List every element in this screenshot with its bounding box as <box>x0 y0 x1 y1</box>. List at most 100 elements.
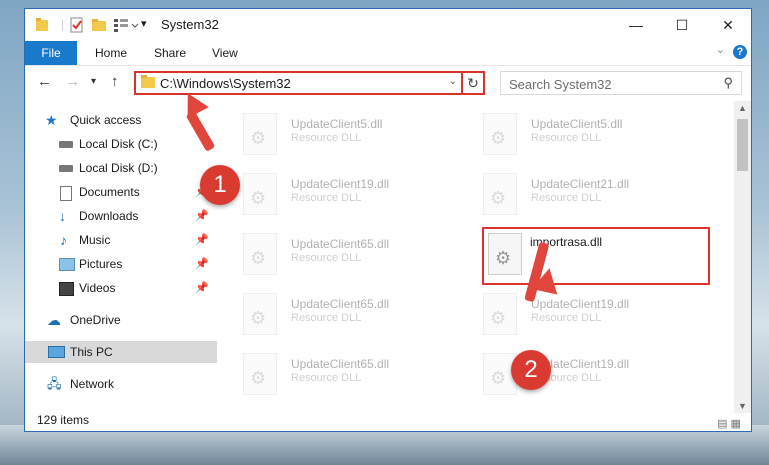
address-path: C:\Windows\System32 <box>160 76 291 91</box>
recent-locations-icon[interactable]: ▾ <box>91 76 96 87</box>
navigation-pane: ★ Quick access Local Disk (C:) Local Dis… <box>25 101 221 411</box>
window-title: System32 <box>161 17 219 32</box>
step-1-badge: 1 <box>200 165 240 205</box>
file-item[interactable]: UpdateClient65.dll Resource DLL <box>225 227 455 283</box>
file-type: Resource DLL <box>291 192 362 204</box>
close-button[interactable]: ✕ <box>705 9 751 41</box>
sidebar-item-onedrive[interactable]: ☁ OneDrive <box>25 309 217 331</box>
dll-file-icon <box>243 113 277 155</box>
help-icon[interactable]: ? <box>733 45 747 59</box>
vertical-scrollbar[interactable]: ▲ ▼ <box>734 101 751 413</box>
scroll-up-icon[interactable]: ▲ <box>738 103 747 113</box>
title-bar: | ▾ System32 — ☐ ✕ <box>25 9 751 41</box>
file-item[interactable]: UpdateClient5.dll Resource DLL <box>225 107 455 163</box>
file-item[interactable]: UpdateClient65.dll Resource DLL <box>225 347 455 403</box>
pin-icon[interactable]: 📌 <box>195 205 209 227</box>
sidebar-item-downloads[interactable]: ↓ Downloads 📌 <box>25 205 217 227</box>
search-input[interactable] <box>501 72 721 96</box>
customize-toolbar-icon[interactable] <box>113 17 139 36</box>
toolbar-separator: | <box>61 17 65 31</box>
tab-share[interactable]: Share <box>154 41 186 65</box>
view-mode-icons[interactable]: ▤ ▦ <box>717 413 741 435</box>
sidebar-item-documents[interactable]: Documents 📌 <box>25 181 217 203</box>
sidebar-item-music[interactable]: ♪ Music 📌 <box>25 229 217 251</box>
file-name: UpdateClient65.dll <box>291 357 390 371</box>
search-box[interactable]: ⚲ <box>500 71 742 96</box>
file-type: Resource DLL <box>531 192 602 204</box>
computer-icon <box>48 346 65 358</box>
documents-icon <box>60 186 72 201</box>
search-icon[interactable]: ⚲ <box>723 75 733 91</box>
back-arrow-icon[interactable]: ← <box>37 73 52 90</box>
file-explorer-window: | ▾ System32 — ☐ ✕ File Home Share View … <box>24 8 752 432</box>
new-folder-icon[interactable] <box>91 17 107 36</box>
annotation-arrowhead-2 <box>531 265 563 295</box>
sidebar-item-label: Documents <box>79 185 140 199</box>
tab-home[interactable]: Home <box>95 41 127 65</box>
file-name: UpdateClient5.dll <box>291 117 383 131</box>
star-icon: ★ <box>45 112 58 128</box>
dll-file-icon <box>483 173 517 215</box>
ribbon-tabs: File Home Share View ⌄ ? <box>25 41 751 66</box>
folder-icon <box>141 75 155 88</box>
downloads-icon: ↓ <box>59 208 66 224</box>
sidebar-item-label: Music <box>79 233 111 247</box>
sidebar-item-network[interactable]: 🖧 Network <box>25 373 217 395</box>
sidebar-item-label: This PC <box>70 345 113 359</box>
drive-icon <box>59 165 73 172</box>
file-type: Resource DLL <box>291 372 362 384</box>
file-item[interactable]: UpdateClient19.dll Resource DLL <box>225 167 455 223</box>
navigation-bar: ← → ▾ ↑ C:\Windows\System32 ⌄ ↻ ⚲ <box>25 65 751 99</box>
file-type: Resource DLL <box>531 312 602 324</box>
minimize-button[interactable]: — <box>613 9 659 41</box>
item-count: 129 items <box>37 413 90 427</box>
file-type: Resource DLL <box>531 132 602 144</box>
sidebar-item-local-disk-d[interactable]: Local Disk (D:) <box>25 157 217 179</box>
properties-icon[interactable] <box>69 17 85 36</box>
file-type: Resource DLL <box>291 132 362 144</box>
file-name: UpdateClient65.dll <box>291 297 390 311</box>
videos-icon <box>59 282 74 296</box>
status-bar: 129 items ▤ ▦ <box>25 409 751 431</box>
file-name: UpdateClient65.dll <box>291 237 390 251</box>
up-arrow-icon[interactable]: ↑ <box>111 73 119 90</box>
drive-icon <box>59 141 73 148</box>
maximize-button[interactable]: ☐ <box>659 9 705 41</box>
pin-icon[interactable]: 📌 <box>195 253 209 275</box>
sidebar-item-label: OneDrive <box>70 313 121 327</box>
file-list: UpdateClient5.dll Resource DLL UpdateCli… <box>225 101 735 411</box>
sidebar-item-label: Local Disk (D:) <box>79 161 158 175</box>
sidebar-item-label: Local Disk (C:) <box>79 137 158 151</box>
file-item-importrasa[interactable]: importrasa.dll <box>482 227 710 285</box>
sidebar-item-label: Quick access <box>70 113 142 127</box>
file-name: UpdateClient21.dll <box>531 177 630 191</box>
sidebar-item-videos[interactable]: Videos 📌 <box>25 277 217 299</box>
scrollbar-thumb[interactable] <box>737 119 748 171</box>
folder-icon <box>35 17 49 36</box>
dll-file-icon <box>483 113 517 155</box>
forward-arrow-icon[interactable]: → <box>65 73 80 90</box>
sidebar-item-this-pc[interactable]: This PC <box>25 341 217 363</box>
file-item[interactable]: UpdateClient19.dll Resource DLL <box>465 287 695 343</box>
file-item[interactable]: UpdateClient19.dll Resource DLL <box>465 347 695 403</box>
pictures-icon <box>59 258 75 271</box>
refresh-button[interactable]: ↻ <box>461 71 485 95</box>
pin-icon[interactable]: 📌 <box>195 277 209 299</box>
dll-file-icon <box>243 293 277 335</box>
sidebar-item-pictures[interactable]: Pictures 📌 <box>25 253 217 275</box>
cloud-icon: ☁ <box>47 312 61 328</box>
address-dropdown-icon[interactable]: ⌄ <box>449 76 457 87</box>
file-item[interactable]: UpdateClient5.dll Resource DLL <box>465 107 695 163</box>
file-name: UpdateClient5.dll <box>531 117 623 131</box>
file-item[interactable]: UpdateClient21.dll Resource DLL <box>465 167 695 223</box>
sidebar-item-local-disk-c[interactable]: Local Disk (C:) <box>25 133 217 155</box>
dll-file-icon <box>243 233 277 275</box>
pin-icon[interactable]: 📌 <box>195 229 209 251</box>
file-name: UpdateClient19.dll <box>291 177 390 191</box>
expand-ribbon-icon[interactable]: ⌄ <box>716 43 725 56</box>
tab-file[interactable]: File <box>25 41 77 65</box>
quick-access-dropdown-icon[interactable]: ▾ <box>141 17 147 30</box>
file-item[interactable]: UpdateClient65.dll Resource DLL <box>225 287 455 343</box>
tab-view[interactable]: View <box>212 41 238 65</box>
address-bar[interactable]: C:\Windows\System32 ⌄ <box>134 71 485 95</box>
